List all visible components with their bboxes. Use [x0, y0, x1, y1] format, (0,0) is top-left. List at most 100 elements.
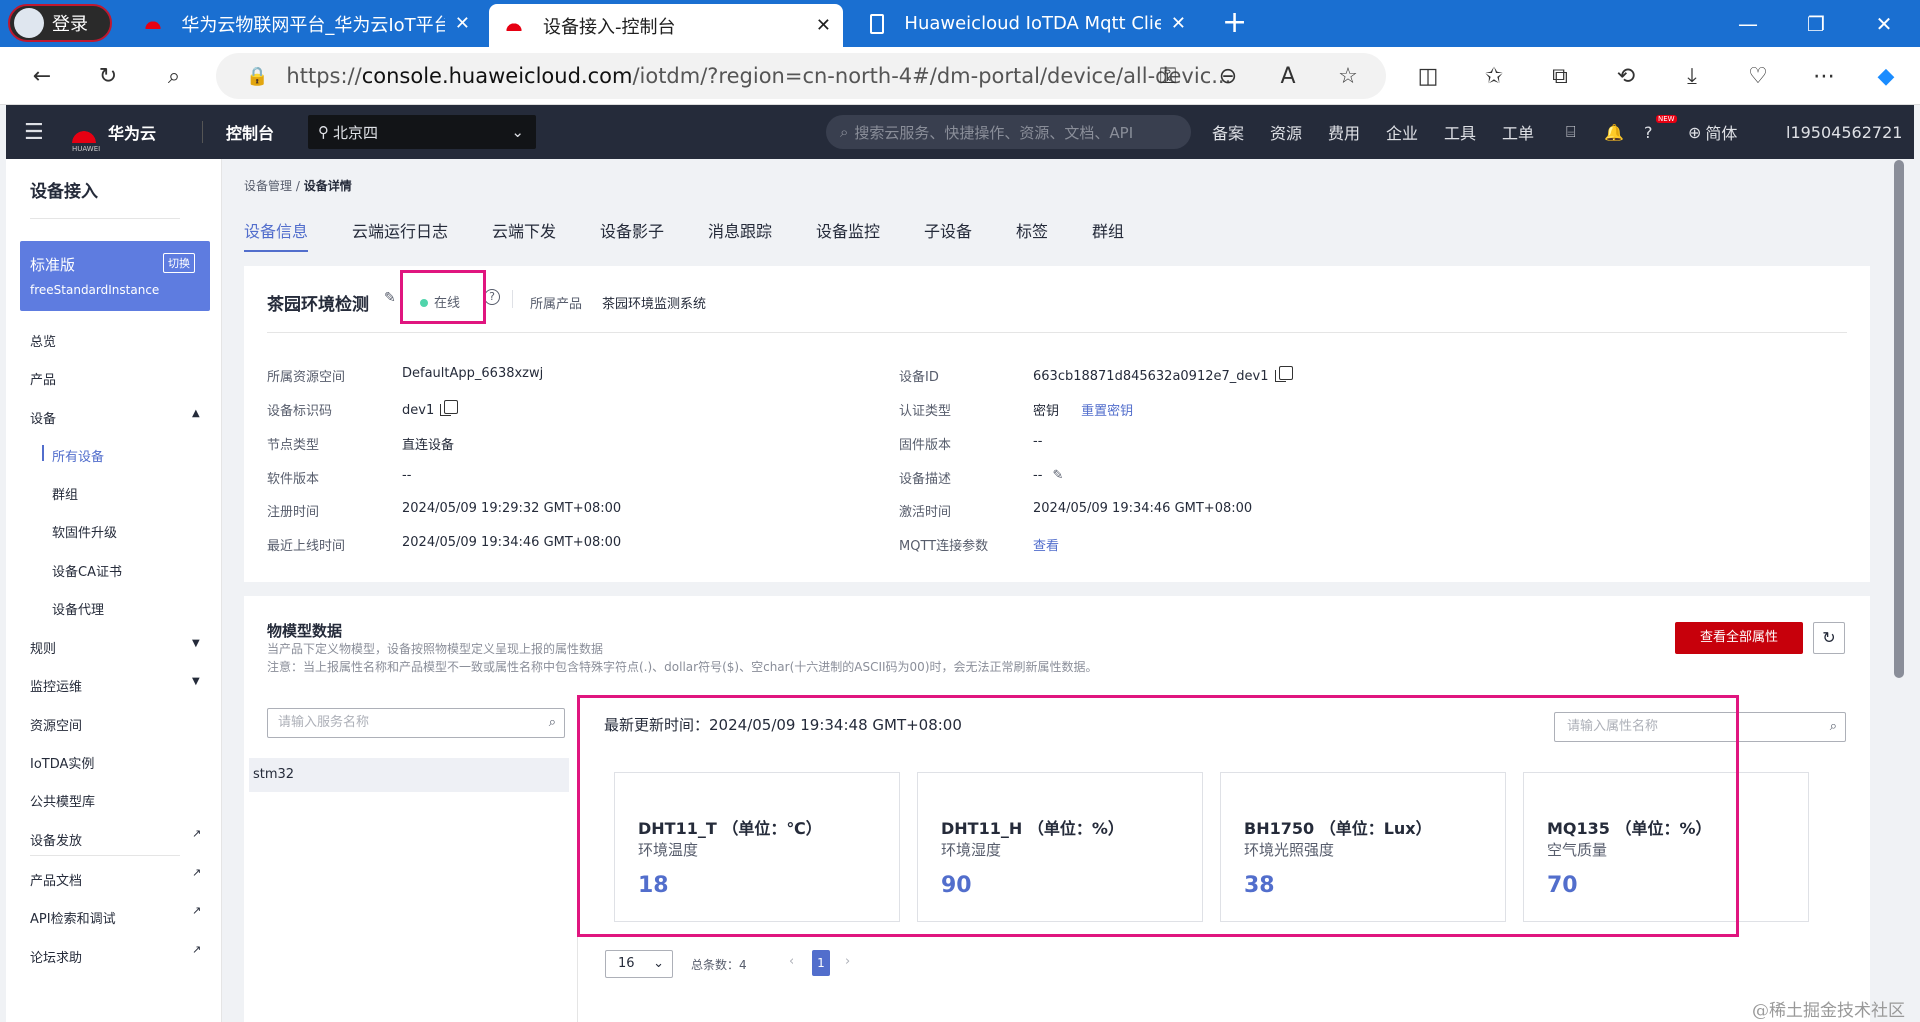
new-tab-button[interactable]: + [1222, 6, 1247, 40]
split-screen-icon[interactable]: ◫ [1410, 58, 1446, 94]
service-search-placeholder: 请输入服务名称 [278, 715, 370, 730]
tab-device-shadow[interactable]: 设备影子 [600, 218, 664, 242]
next-page-icon[interactable]: › [845, 954, 850, 969]
field-value: 2024/05/09 19:34:46 GMT+08:00 [1033, 501, 1253, 516]
sidebar-item-monitoring[interactable]: 监控运维 [30, 676, 82, 695]
restore-icon[interactable]: ❐ [1784, 0, 1848, 47]
document-icon [870, 13, 885, 34]
chevron-down-icon[interactable]: ▼ [192, 638, 200, 649]
mqtt-params-link[interactable]: 查看 [1033, 535, 1059, 554]
chevron-down-icon[interactable]: ▼ [192, 676, 200, 687]
read-aloud-icon[interactable]: A [1270, 58, 1306, 94]
device-info-card: 茶园环境检测 ✎ 在线 ? 所属产品 茶园环境监测系统 所属资源空间 Defau… [244, 266, 1870, 582]
collections-icon[interactable]: ⧉ [1542, 58, 1578, 94]
sidebar-item-overview[interactable]: 总览 [30, 331, 56, 350]
tab-device-monitor[interactable]: 设备监控 [816, 218, 880, 242]
browser-tab-1[interactable]: 华为云物联网平台_华为云IoT平台 ✕ [128, 4, 482, 43]
favorite-star-icon[interactable]: ☆ [1330, 58, 1366, 94]
sidebar-item-rules[interactable]: 规则 [30, 638, 56, 657]
menu-tools[interactable]: 工具 [1444, 105, 1476, 159]
page-1-button[interactable]: 1 [812, 950, 830, 976]
sidebar-item-api-explorer[interactable]: API检索和调试 [30, 908, 116, 927]
health-icon[interactable]: ♡ [1740, 58, 1776, 94]
download-icon[interactable]: ⤓ [1674, 58, 1710, 94]
refresh-icon[interactable]: ↻ [90, 58, 126, 94]
sidebar-item-resource-space[interactable]: 资源空间 [30, 715, 82, 734]
huawei-logo-icon [70, 121, 98, 143]
sidebar-item-forum[interactable]: 论坛求助 [30, 947, 82, 966]
minimize-icon[interactable]: — [1716, 0, 1780, 47]
menu-billing[interactable]: 费用 [1328, 105, 1360, 159]
key-icon[interactable]: ⚿ [1150, 58, 1186, 94]
help-circle-icon[interactable]: ? [484, 289, 500, 305]
terminal-icon[interactable]: ⌸ [1566, 105, 1576, 159]
close-tab-icon[interactable]: ✕ [1161, 13, 1186, 34]
field-value: -- [402, 468, 412, 483]
page-size-select[interactable]: 16 ⌄ [605, 950, 673, 978]
sidebar-item-ota[interactable]: 软固件升级 [52, 522, 117, 541]
new-badge: NEW [1656, 115, 1677, 123]
copilot-icon[interactable]: ◆ [1868, 58, 1904, 94]
sidebar-item-docs[interactable]: 产品文档 [30, 870, 82, 889]
tab-device-info[interactable]: 设备信息 [244, 218, 308, 242]
sidebar-item-groups[interactable]: 群组 [52, 484, 78, 503]
sidebar-item-device-proxy[interactable]: 设备代理 [52, 599, 104, 618]
bell-icon[interactable]: 🔔 [1604, 105, 1624, 159]
more-icon[interactable]: ⋯ [1806, 58, 1842, 94]
global-search-input[interactable]: ⌕ 搜索云服务、快捷操作、资源、文档、API [826, 115, 1191, 149]
back-icon[interactable]: ← [24, 58, 60, 94]
close-tab-icon[interactable]: ✕ [806, 15, 831, 36]
sidebar-item-iotda-instance[interactable]: IoTDA实例 [30, 753, 94, 772]
tab-groups[interactable]: 群组 [1092, 218, 1124, 242]
field-label: 设备标识码 [267, 404, 333, 419]
chevron-up-icon[interactable]: ▲ [192, 408, 200, 419]
switch-edition-button[interactable]: 切换 [163, 253, 195, 273]
tab-cloud-commands[interactable]: 云端下发 [492, 218, 556, 242]
menu-tickets[interactable]: 工单 [1502, 105, 1534, 159]
external-link-icon: ↗ [192, 827, 202, 840]
prev-page-icon[interactable]: ‹ [789, 954, 794, 969]
page-size-value: 16 [618, 956, 635, 971]
search-icon[interactable]: ⌕ [156, 58, 192, 94]
tab-message-trace[interactable]: 消息跟踪 [708, 218, 772, 242]
profile-login-button[interactable]: 登录 [8, 4, 112, 42]
menu-resources[interactable]: 资源 [1270, 105, 1302, 159]
sidebar-item-provisioning[interactable]: 设备发放 [30, 830, 82, 849]
service-list-item[interactable]: stm32 [249, 758, 569, 792]
region-selector[interactable]: ⚲ 北京四 ⌄ [308, 115, 536, 149]
reset-secret-link[interactable]: 重置密钥 [1081, 404, 1133, 419]
edit-icon[interactable]: ✎ [1053, 468, 1064, 483]
menu-enterprise[interactable]: 企业 [1386, 105, 1418, 159]
sidebar-item-public-models[interactable]: 公共模型库 [30, 791, 95, 810]
close-window-icon[interactable]: ✕ [1852, 0, 1916, 47]
tab-cloud-logs[interactable]: 云端运行日志 [352, 218, 448, 242]
sidebar-item-products[interactable]: 产品 [30, 369, 56, 388]
console-label[interactable]: 控制台 [226, 105, 274, 159]
menu-beian[interactable]: 备案 [1212, 105, 1244, 159]
history-icon[interactable]: ⟲ [1608, 58, 1644, 94]
username[interactable]: l19504562721 [1786, 105, 1902, 159]
service-search-input[interactable]: 请输入服务名称 ⌕ [267, 708, 565, 738]
close-tab-icon[interactable]: ✕ [445, 13, 470, 34]
sidebar-item-ca-cert[interactable]: 设备CA证书 [52, 561, 122, 580]
browser-tab-3[interactable]: Huaweicloud IoTDA Mqtt ClientId ✕ [852, 4, 1198, 43]
help-icon[interactable]: ? [1644, 105, 1653, 159]
sidebar-item-all-devices[interactable]: 所有设备 [52, 446, 104, 465]
language-selector[interactable]: ⊕ 简体 [1688, 105, 1737, 159]
copy-icon[interactable] [440, 400, 459, 416]
hamburger-menu-icon[interactable]: ☰ [24, 105, 44, 159]
view-all-properties-button[interactable]: 查看全部属性 [1675, 622, 1803, 654]
language-label: 简体 [1705, 124, 1738, 143]
favorites-icon[interactable]: ✩ [1476, 58, 1512, 94]
copy-icon[interactable] [1274, 366, 1293, 382]
browser-tab-2[interactable]: 设备接入-控制台 ✕ [489, 4, 843, 47]
page-scrollbar[interactable] [1894, 160, 1904, 678]
tab-tags[interactable]: 标签 [1016, 218, 1048, 242]
breadcrumb-parent[interactable]: 设备管理 [244, 179, 292, 193]
refresh-button[interactable]: ↻ [1813, 622, 1845, 654]
edit-icon[interactable]: ✎ [384, 290, 396, 306]
tab-sub-devices[interactable]: 子设备 [924, 218, 972, 242]
divider [202, 121, 203, 143]
sidebar-item-devices[interactable]: 设备 [30, 408, 56, 427]
zoom-out-icon[interactable]: ⊖ [1210, 58, 1246, 94]
